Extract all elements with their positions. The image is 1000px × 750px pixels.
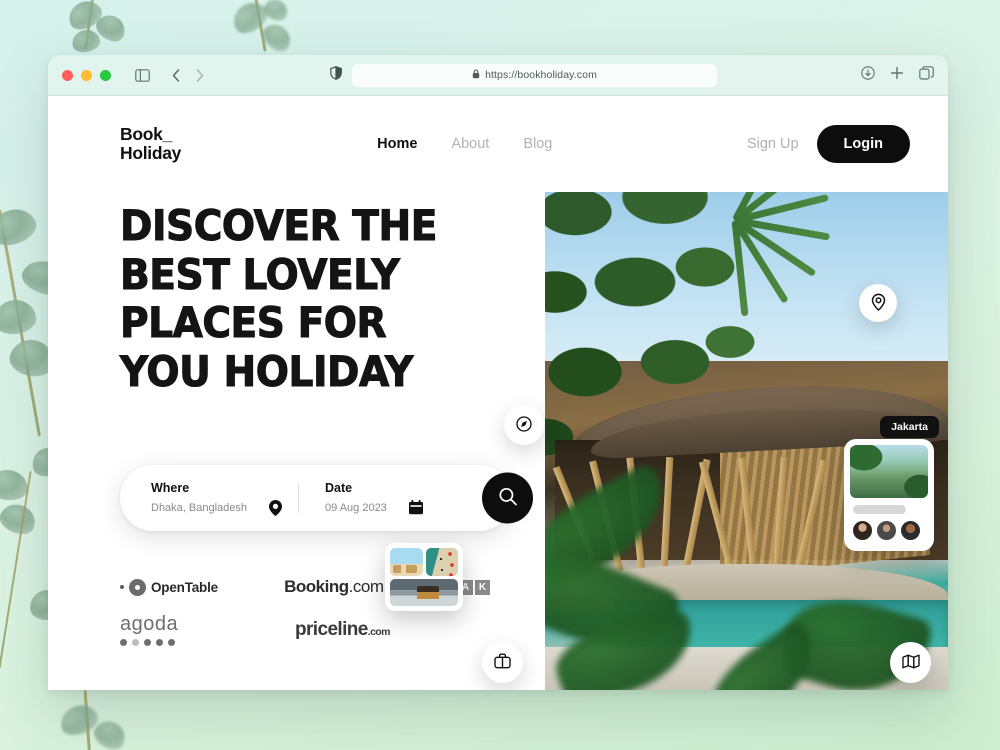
search-bar[interactable]: Where Dhaka, Bangladesh Date 09 Aug 2023: [120, 465, 533, 531]
where-value: Dhaka, Bangladesh: [151, 501, 248, 514]
close-window-button[interactable]: [62, 69, 73, 81]
priceline-label-bold: priceline: [295, 618, 368, 640]
minimize-window-button[interactable]: [81, 69, 92, 81]
site-header: Book_ Holiday Home About Blog Sign Up Lo…: [48, 96, 948, 192]
guest-avatars: [850, 520, 928, 541]
compass-icon: [516, 415, 532, 435]
maximize-window-button[interactable]: [100, 69, 111, 81]
site-logo[interactable]: Book_ Holiday: [120, 125, 181, 163]
nav-item-home[interactable]: Home: [377, 136, 417, 152]
thumbnail-beach-umbrellas[interactable]: [425, 548, 458, 576]
avatar: [852, 520, 873, 541]
destination-card-title-placeholder: [853, 505, 907, 514]
date-field[interactable]: Date 09 Aug 2023: [299, 481, 423, 515]
nav-item-about[interactable]: About: [451, 136, 489, 152]
booking-label-bold: Booking: [284, 577, 349, 596]
tab-overview-icon[interactable]: [919, 65, 934, 85]
where-field[interactable]: Where Dhaka, Bangladesh: [120, 480, 283, 516]
thumbnail-beach-chairs[interactable]: [390, 548, 423, 576]
calendar-icon: [408, 500, 423, 515]
page-title: Discover the best lovely places for you …: [119, 201, 437, 397]
destination-card[interactable]: [844, 439, 934, 551]
map-button[interactable]: [890, 642, 931, 683]
avatar: [876, 520, 897, 541]
window-traffic-lights[interactable]: [62, 69, 111, 81]
where-label: Where: [151, 480, 190, 495]
location-pin-icon: [871, 293, 886, 314]
thumbnail-snow-cabin[interactable]: [390, 578, 458, 606]
compass-button[interactable]: [504, 405, 544, 445]
address-bar[interactable]: https://bookholiday.com: [352, 63, 717, 87]
web-page: Book_ Holiday Home About Blog Sign Up Lo…: [48, 96, 948, 690]
hero-section: Discover the best lovely places for you …: [48, 192, 948, 690]
search-icon: [498, 487, 518, 510]
hero-palm-fronds: [665, 192, 875, 317]
forward-arrow-icon[interactable]: [196, 68, 204, 82]
date-value: 09 Aug 2023: [325, 501, 387, 514]
booking-label-light: .com: [348, 577, 384, 596]
date-label: Date: [325, 481, 353, 495]
shield-icon[interactable]: [330, 65, 342, 85]
lock-icon: [472, 69, 480, 81]
agoda-dots-icon: [120, 639, 295, 646]
new-tab-icon[interactable]: [890, 66, 904, 85]
browser-toolbar: https://bookholiday.com: [48, 55, 948, 96]
main-navigation: Home About Blog: [377, 136, 552, 152]
location-pin-button[interactable]: [859, 284, 897, 322]
kayak-letter: K: [475, 579, 490, 595]
agoda-label: agoda: [120, 613, 179, 635]
search-submit-button[interactable]: [482, 472, 533, 524]
opentable-ring-icon: [129, 578, 146, 596]
jakarta-city-badge: Jakarta: [880, 416, 939, 438]
browser-window: https://bookholiday.com Book_ Holiday Ho…: [48, 55, 948, 690]
location-pin-icon: [269, 499, 283, 516]
briefcase-button[interactable]: [482, 642, 523, 683]
destination-card-photo: [850, 445, 928, 498]
downloads-icon[interactable]: [861, 65, 875, 85]
partner-logo-priceline[interactable]: priceline.com: [295, 619, 390, 641]
partner-logo-opentable[interactable]: OpenTable: [120, 578, 284, 596]
hero-copy: Discover the best lovely places for you …: [119, 201, 520, 397]
url-text: https://bookholiday.com: [485, 69, 597, 81]
nav-item-blog[interactable]: Blog: [523, 136, 552, 152]
sign-up-link[interactable]: Sign Up: [747, 136, 799, 152]
partner-logo-agoda[interactable]: agoda: [120, 613, 295, 646]
avatar: [900, 520, 921, 541]
login-button[interactable]: Login: [816, 125, 910, 163]
back-arrow-icon[interactable]: [172, 68, 180, 82]
photo-thumbnails-card[interactable]: [385, 543, 463, 611]
sidebar-icon[interactable]: [135, 68, 150, 82]
opentable-label: OpenTable: [151, 579, 218, 595]
opentable-dot-icon: [120, 585, 124, 589]
briefcase-icon: [494, 653, 511, 672]
desktop-background: https://bookholiday.com Book_ Holiday Ho…: [0, 0, 1000, 750]
folded-map-icon: [901, 654, 920, 672]
priceline-label-light: .com: [367, 625, 391, 638]
